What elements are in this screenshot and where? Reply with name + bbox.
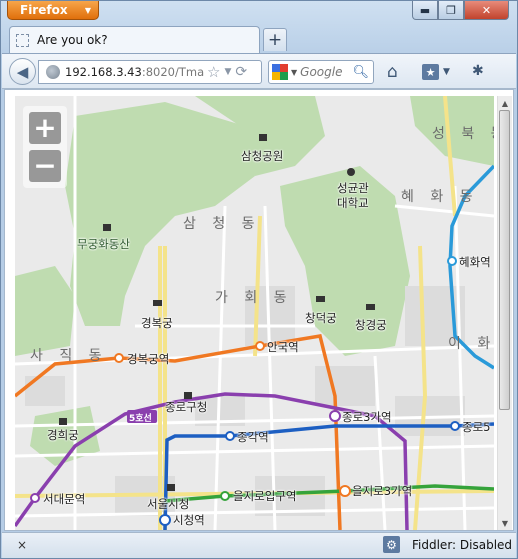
zoom-in-button[interactable]: + — [29, 112, 61, 144]
tab-active[interactable]: Are you ok? — [9, 26, 260, 53]
url-host: 192.168.3.43 — [65, 65, 142, 79]
bookmarks-icon[interactable]: ★ — [422, 64, 439, 80]
new-tab-button[interactable]: + — [263, 28, 287, 51]
site-identity-icon[interactable] — [46, 65, 60, 79]
place-label-changdeokgung: 창덕궁 — [305, 311, 337, 325]
place-label-mugunghwa: 무궁화동산 — [77, 237, 130, 251]
zoom-out-button[interactable]: − — [29, 150, 61, 182]
back-button[interactable]: ◀ — [9, 58, 36, 85]
station-label-jongno5: 종로5 — [462, 420, 491, 434]
place-label-samcheong-park: 삼청공원 — [241, 149, 284, 163]
line5-badge: 5호선 — [129, 414, 152, 424]
scroll-down-icon[interactable]: ▼ — [498, 516, 512, 530]
home-icon[interactable]: ⌂ — [387, 62, 398, 82]
scroll-up-icon[interactable]: ▲ — [498, 96, 512, 110]
zoom-control: + − — [23, 106, 67, 188]
station-label-jonggak: 종각역 — [237, 430, 269, 444]
url-text[interactable]: 192.168.3.43:8020/Tmap. — [65, 65, 205, 79]
station-label-hyehwa: 혜화역 — [459, 255, 491, 269]
reload-icon[interactable]: ⟳ — [235, 64, 247, 80]
search-box[interactable]: ▼ Google 🔍︎ — [268, 60, 374, 84]
page-content: 삼 청 동 가 회 동 사 직 동 성 북 동 혜 화 동 이 화 삼청공원 성… — [4, 89, 514, 531]
close-addon-bar-button[interactable]: × — [17, 538, 27, 552]
firefox-menu-label: Firefox — [20, 3, 68, 17]
area-label-ihwa: 이 화 — [448, 336, 494, 352]
url-path: :8020/Tmap. — [141, 65, 205, 79]
place-label-changgyeonggung: 창경궁 — [355, 318, 387, 332]
station-label-anguk: 안국역 — [267, 340, 299, 354]
place-label-skku-2: 대학교 — [337, 196, 369, 210]
station-label-euljiro3: 을지로3가역 — [352, 484, 413, 498]
url-bar[interactable]: 192.168.3.43:8020/Tmap. ☆ ▼ ⟳ — [38, 60, 262, 84]
station-label-euljiro1: 을지로입구역 — [233, 489, 297, 503]
gear-icon[interactable]: ⚙ — [383, 536, 400, 553]
station-label-seodaemun: 서대문역 — [43, 492, 86, 506]
chevron-down-icon: ▼ — [84, 5, 91, 15]
area-label-seongbuk: 성 북 동 — [432, 126, 494, 142]
place-label-jongno-office: 종로구청 — [165, 400, 208, 414]
place-label-gyeonghuigung: 경희궁 — [47, 428, 79, 442]
maximize-button[interactable]: ❐ — [438, 1, 464, 20]
station-label-gyeongbokgung: 경복궁역 — [127, 352, 170, 366]
fiddler-status[interactable]: Fiddler: Disabled — [412, 538, 512, 552]
area-label-hyehwa: 혜 화 동 — [401, 189, 479, 205]
station-label-jongno3: 종로3가역 — [342, 410, 392, 424]
place-label-city-hall: 서울시청 — [147, 497, 190, 511]
navigation-toolbar: ◀ 192.168.3.43:8020/Tmap. ☆ ▼ ⟳ ▼ Google… — [2, 53, 516, 89]
area-label-sajik: 사 직 동 — [30, 348, 108, 364]
close-window-button[interactable]: ✕ — [464, 1, 509, 20]
area-label-samcheong: 삼 청 동 — [183, 216, 261, 232]
map-canvas[interactable]: 삼 청 동 가 회 동 사 직 동 성 북 동 혜 화 동 이 화 삼청공원 성… — [15, 96, 494, 530]
vertical-scrollbar[interactable]: ▲ ▼ — [497, 96, 512, 530]
search-icon[interactable]: 🔍︎ — [352, 65, 369, 80]
status-bar: × ⚙ Fiddler: Disabled — [2, 532, 516, 558]
google-engine-icon[interactable] — [272, 64, 288, 80]
minimize-button[interactable]: ▬ — [412, 1, 438, 20]
scrollbar-thumb[interactable] — [499, 110, 510, 410]
station-label-city-hall: 시청역 — [173, 513, 205, 527]
engine-dropdown-icon[interactable]: ▼ — [291, 68, 297, 77]
history-dropdown-icon[interactable]: ▼ — [224, 67, 231, 77]
search-placeholder: Google — [300, 65, 343, 79]
firefox-menu-button[interactable]: Firefox ▼ — [7, 1, 99, 20]
tab-title: Are you ok? — [37, 33, 108, 47]
area-label-gahoe: 가 회 동 — [215, 290, 293, 306]
bookmarks-dropdown-icon[interactable]: ▼ — [443, 67, 450, 77]
bookmark-star-icon[interactable]: ☆ — [207, 63, 220, 81]
place-label-gyeongbokgung: 경복궁 — [141, 316, 173, 330]
extension-icon[interactable]: ✱ — [472, 63, 484, 79]
place-label-skku: 성균관 — [337, 181, 369, 195]
browser-window: Firefox ▼ ▬ ❐ ✕ Are you ok? + ◀ 192.168.… — [0, 0, 518, 559]
page-favicon-icon — [16, 33, 29, 47]
